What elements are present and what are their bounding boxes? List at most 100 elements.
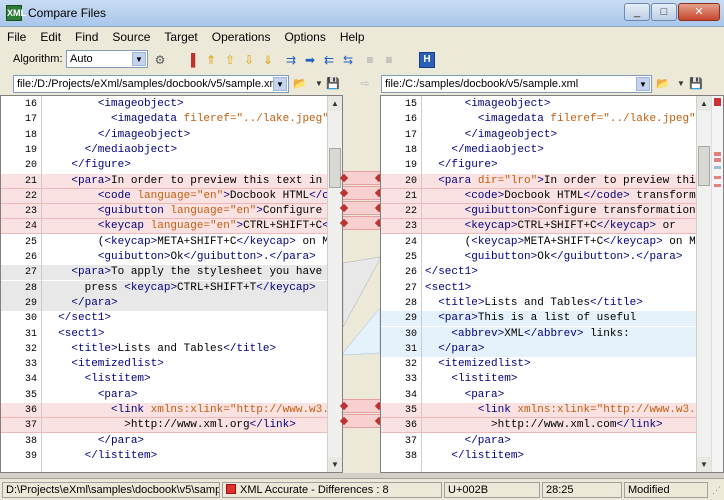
code-line[interactable]: 29 </para> [1,295,328,311]
error-marker[interactable] [714,98,721,106]
maximize-button[interactable]: □ [651,3,677,21]
code-line[interactable]: 17 <imagedata fileref="../lake.jpeg" sc [1,112,342,127]
code-line[interactable]: 16 <imagedata fileref="../lake.jpeg" [381,112,698,127]
code-line[interactable]: 19 </figure> [381,158,698,173]
algorithm-select[interactable]: Auto ▼ [66,50,148,68]
open-folder-icon[interactable]: 📂 [292,77,308,91]
menu-edit[interactable]: Edit [33,27,68,47]
last-difference-icon[interactable]: ⇓ [260,52,276,68]
scroll-thumb[interactable] [329,148,341,188]
target-vertical-scrollbar[interactable]: ▲ ▼ [696,96,711,472]
code-line[interactable]: 25 (<keycap>META+SHIFT+C</keycap> on Mac [1,235,342,250]
chevron-down-icon[interactable]: ▼ [132,52,146,66]
diff-marker[interactable] [714,184,721,187]
code-line[interactable]: 27 <para>To apply the stylesheet you hav… [1,265,342,281]
scroll-up-icon[interactable]: ▲ [697,96,711,111]
code-line[interactable]: 37 </para> [381,434,698,449]
compare-options-icon[interactable]: ⚙ [152,52,168,68]
code-line[interactable]: 28 press <keycap>CTRL+SHIFT+T</keycap> (… [1,280,342,296]
target-editor[interactable]: 38 </listitem> 37 </para> 36 >http://www.x… [380,95,724,473]
code-line[interactable]: 26 </sect1> [381,265,698,280]
menu-source[interactable]: Source [105,27,157,47]
code-line[interactable]: 36 <link xmlns:xlink="http://www.w3.org [1,403,342,418]
code-line[interactable]: 19 </mediaobject> [1,143,328,158]
next-difference-icon[interactable]: ⇩ [241,52,257,68]
difference-overview-bar[interactable] [711,96,723,472]
compare-icon[interactable]: ▐ [183,52,199,68]
menu-options[interactable]: Options [277,27,332,47]
merge-down-icon[interactable]: ≡ [381,52,397,68]
diff-marker[interactable] [714,152,721,156]
diff-connector[interactable] [339,171,384,185]
chevron-down-icon[interactable]: ▼ [673,77,689,91]
merge-up-icon[interactable]: ≡ [362,52,378,68]
scroll-down-icon[interactable]: ▼ [697,457,711,472]
code-line[interactable]: 26 <guibutton>Ok</guibutton>.</para> [1,250,328,265]
save-icon[interactable]: 💾 [325,77,341,91]
save-icon[interactable]: 💾 [688,77,704,91]
menu-file[interactable]: File [0,27,33,47]
diff-marker[interactable] [714,176,721,179]
chevron-down-icon[interactable]: ▼ [273,77,287,91]
scroll-up-icon[interactable]: ▲ [328,96,342,111]
source-vertical-scrollbar[interactable]: ▲ ▼ [327,96,342,472]
diff-connector[interactable] [339,186,384,200]
code-line[interactable]: 30 </sect1> [1,311,328,326]
code-line[interactable]: 38 </para> [1,434,328,449]
diff-connector[interactable] [339,216,384,230]
code-line[interactable]: 20 <para dir="lro">In order to preview t… [381,173,702,189]
target-path-field[interactable]: file:/C:/samples/docbook/v5/sample.xml ▼ [381,75,652,93]
code-line[interactable]: 18 </mediaobject> [381,143,698,158]
code-line[interactable]: 27 <sect1> [381,281,698,296]
code-line[interactable]: 24 (<keycap>META+SHIFT+C</keycap> on Ma [381,235,702,250]
code-line[interactable]: 25 <guibutton>Ok</guibutton>.</para> [381,250,698,265]
copy-change-right-icon[interactable]: ⇉ [283,52,299,68]
code-line[interactable]: 16 <imageobject> [1,97,328,112]
code-line[interactable]: 20 </figure> [1,158,328,173]
code-line[interactable]: 24 <keycap language="en">CTRL+SHIFT+C</k [1,219,342,235]
code-line[interactable]: 32 <title>Lists and Tables</title> [1,342,328,357]
source-path-field[interactable]: file:/D:/Projects/eXml/samples/docbook/v… [13,75,289,93]
diff-marker[interactable] [714,166,721,169]
code-line[interactable]: 22 <code language="en">Docbook HTML</cod… [1,188,342,204]
minimize-button[interactable]: _ [624,3,650,21]
code-line[interactable]: 21 <para>In order to preview this text i… [1,173,335,189]
code-line[interactable]: 17 </imageobject> [381,128,698,143]
diff-connector[interactable] [339,414,384,428]
swap-arrow-icon[interactable]: ⇨ [357,77,373,91]
diff-marker[interactable] [714,158,721,162]
copy-all-left-icon[interactable]: ⇆ [340,52,356,68]
close-button[interactable]: ✕ [678,3,720,21]
code-line[interactable]: 30 <abbrev>XML</abbrev> links: [381,326,698,342]
code-line[interactable]: 32 <itemizedlist> [381,357,698,372]
code-line[interactable]: 21 <code>Docbook HTML</code> transforma [381,188,702,204]
code-line[interactable]: 36 >http://www.xml.com</link> [381,418,698,434]
code-line[interactable]: 23 <guibutton language="en">Configure tr… [1,204,342,220]
code-line[interactable]: 23 <keycap>CTRL+SHIFT+C</keycap> or [381,219,698,235]
code-line[interactable]: 33 <itemizedlist> [1,357,328,372]
code-line[interactable]: 18 </imageobject> [1,128,328,143]
help-icon[interactable]: H [419,52,435,68]
code-line[interactable]: 22 <guibutton>Configure transformation [381,204,698,220]
diff-connector[interactable] [339,201,384,215]
code-line[interactable]: 37 >http://www.xml.org</link> [1,418,328,434]
code-line[interactable]: 38 </listitem> [381,449,698,464]
code-line[interactable]: 35 <link xmlns:xlink="http://www.w3.org [381,403,715,418]
code-line[interactable]: 29 <para>This is a list of useful [381,311,698,327]
source-editor[interactable]: 39 </listitem> 38 </para> 37 >http://www.x… [0,95,343,473]
code-line[interactable]: 34 <para> [381,388,698,403]
menu-operations[interactable]: Operations [205,27,278,47]
open-folder-icon[interactable]: 📂 [655,77,671,91]
code-line[interactable]: 34 <listitem> [1,372,328,387]
code-line[interactable]: 15 <imageobject> [381,97,698,112]
copy-all-right-icon[interactable]: ➡ [302,52,318,68]
scroll-down-icon[interactable]: ▼ [328,457,342,472]
copy-change-left-icon[interactable]: ⇇ [321,52,337,68]
menu-target[interactable]: Target [157,27,204,47]
chevron-down-icon[interactable]: ▼ [636,77,650,91]
code-line[interactable]: 28 <title>Lists and Tables</title> [381,296,698,311]
previous-difference-icon[interactable]: ⇧ [222,52,238,68]
menu-help[interactable]: Help [333,27,372,47]
code-line[interactable]: 31 </para> [381,341,698,357]
resize-grip-icon[interactable]: ⋰ [712,485,722,497]
